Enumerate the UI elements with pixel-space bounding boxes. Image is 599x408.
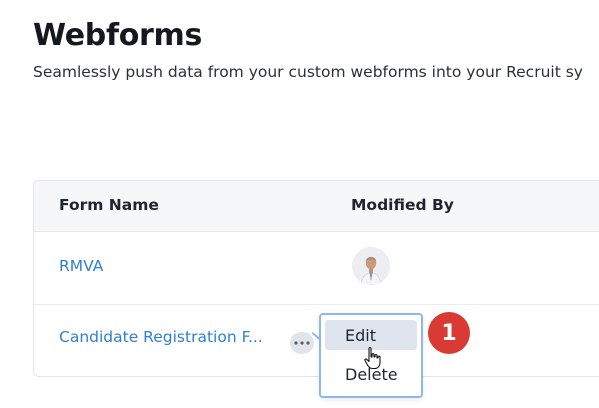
column-header-form-name[interactable]: Form Name (59, 196, 159, 214)
menu-item-edit[interactable]: Edit (325, 320, 417, 350)
form-name-link[interactable]: Candidate Registration F... (59, 328, 263, 346)
table-row[interactable]: RMVA (34, 232, 599, 305)
row-actions-menu: Edit Delete (319, 313, 423, 398)
page-subtitle: Seamlessly push data from your custom we… (33, 63, 583, 81)
menu-item-delete[interactable]: Delete (325, 359, 417, 389)
form-name-link[interactable]: RMVA (59, 257, 103, 275)
step-number-badge: 1 (428, 312, 470, 354)
user-avatar (352, 247, 390, 285)
column-header-modified-by[interactable]: Modified By (351, 196, 454, 214)
table-row[interactable]: Candidate Registration F... (34, 305, 599, 376)
table-header: Form Name Modified By (34, 181, 599, 232)
more-actions-button[interactable] (290, 332, 314, 354)
menu-item-edit-label: Edit (345, 326, 376, 345)
more-horizontal-icon (294, 341, 310, 345)
webforms-page: Webforms Seamlessly push data from your … (0, 0, 599, 408)
menu-item-delete-label: Delete (345, 365, 398, 384)
page-title: Webforms (33, 18, 203, 53)
webforms-table: Form Name Modified By RMVA Candidate Reg… (33, 180, 599, 377)
